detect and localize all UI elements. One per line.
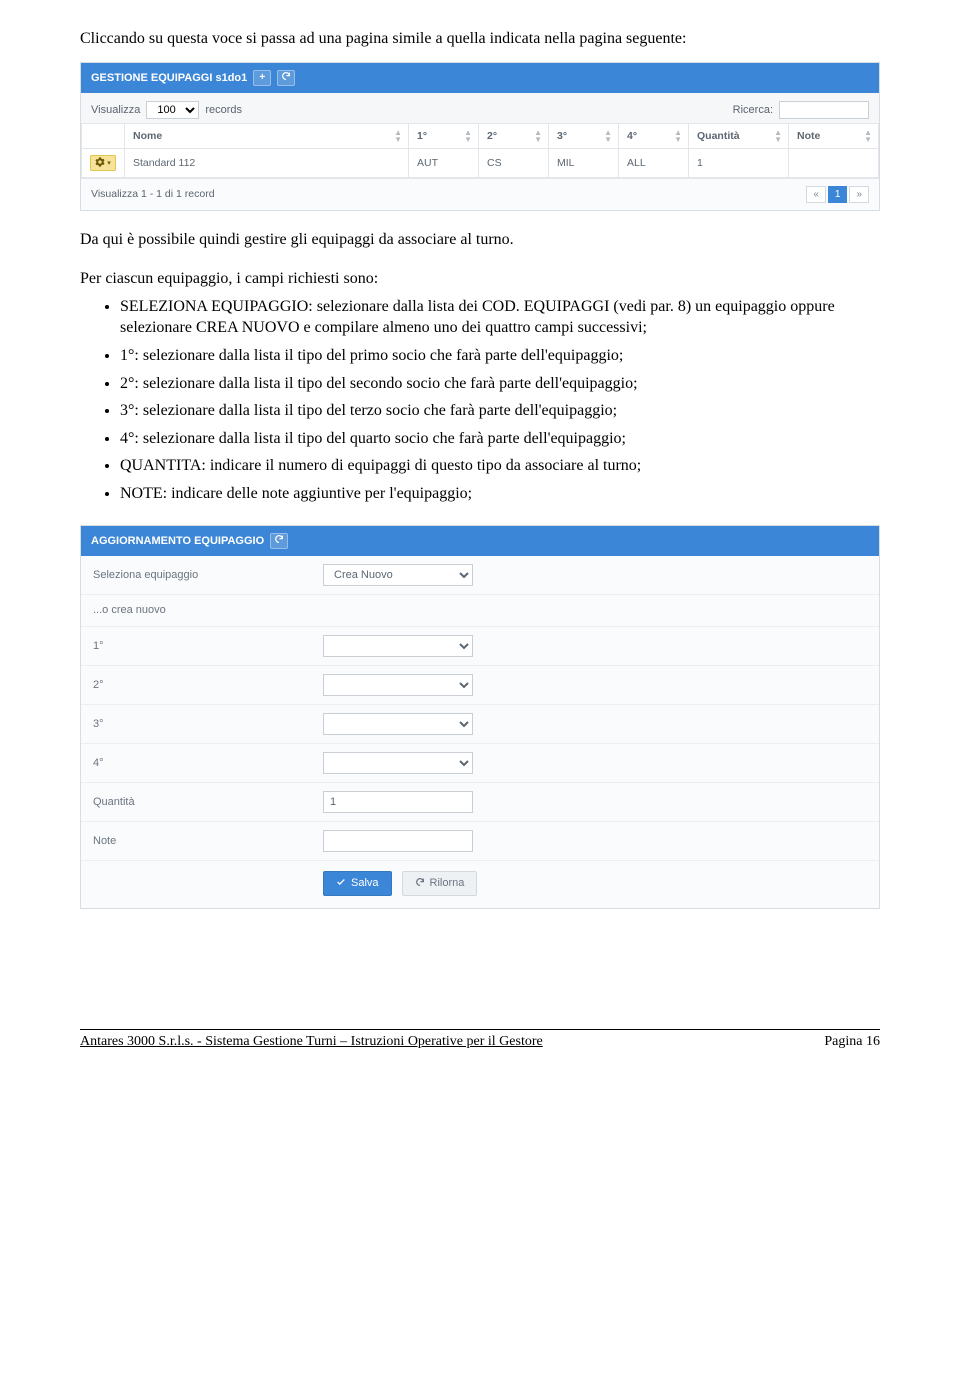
cell-2: CS: [479, 148, 549, 177]
mid-paragraph-2: Per ciascun equipaggio, i campi richiest…: [80, 268, 880, 290]
th-actions: [82, 123, 125, 148]
th-4[interactable]: 4°: [619, 123, 689, 148]
show-label-post: records: [205, 104, 242, 116]
sort-icon: [864, 129, 872, 143]
page-size-select[interactable]: 100: [146, 101, 199, 119]
table-info: Visualizza 1 - 1 di 1 record: [91, 188, 215, 200]
label-seleziona-equipaggio: Seleziona equipaggio: [93, 569, 323, 581]
th-quantita[interactable]: Quantità: [689, 123, 789, 148]
refresh-icon: [415, 877, 425, 890]
refresh-icon: [281, 71, 291, 84]
bullet-item: 1°: selezionare dalla lista il tipo del …: [120, 345, 880, 367]
sort-icon: [464, 129, 472, 143]
intro-paragraph: Cliccando su questa voce si passa ad una…: [80, 28, 880, 50]
bullet-item: SELEZIONA EQUIPAGGIO: selezionare dalla …: [120, 296, 880, 339]
select-socio-3[interactable]: [323, 713, 473, 735]
pager-prev[interactable]: «: [806, 186, 826, 203]
plus-icon: +: [259, 72, 265, 83]
save-label: Salva: [351, 877, 379, 889]
pager-page-1[interactable]: 1: [828, 186, 848, 203]
search-label: Ricerca:: [733, 104, 773, 116]
label-3: 3°: [93, 718, 323, 730]
panel2-title: AGGIORNAMENTO EQUIPAGGIO: [91, 535, 264, 547]
row-action-button[interactable]: ▾: [90, 155, 116, 171]
label-2: 2°: [93, 679, 323, 691]
cell-4: ALL: [619, 148, 689, 177]
select-equipaggio[interactable]: Crea Nuovo: [323, 564, 473, 586]
th-nome[interactable]: Nome: [125, 123, 409, 148]
select-socio-1[interactable]: [323, 635, 473, 657]
bullet-item: 4°: selezionare dalla lista il tipo del …: [120, 428, 880, 450]
input-quantita[interactable]: [323, 791, 473, 813]
bullet-item: 2°: selezionare dalla lista il tipo del …: [120, 373, 880, 395]
gear-icon: [95, 157, 105, 169]
refresh-header-button[interactable]: [277, 70, 295, 86]
th-2[interactable]: 2°: [479, 123, 549, 148]
reset-label: Rilorna: [430, 877, 465, 889]
cell-qty: 1: [689, 148, 789, 177]
pager: « 1 »: [806, 186, 869, 203]
panel1-title: GESTIONE EQUIPAGGI s1do1: [91, 72, 247, 84]
pager-next[interactable]: »: [849, 186, 869, 203]
check-icon: [336, 877, 346, 890]
label-4: 4°: [93, 757, 323, 769]
refresh-header-button[interactable]: [270, 533, 288, 549]
th-1[interactable]: 1°: [409, 123, 479, 148]
reset-button[interactable]: Rilorna: [402, 871, 478, 896]
bullet-item: QUANTITA: indicare il numero di equipagg…: [120, 455, 880, 477]
input-note[interactable]: [323, 830, 473, 852]
panel1-header: GESTIONE EQUIPAGGI s1do1 +: [81, 63, 879, 93]
label-note: Note: [93, 835, 323, 847]
save-button[interactable]: Salva: [323, 871, 392, 896]
cell-3: MIL: [549, 148, 619, 177]
add-button[interactable]: +: [253, 70, 271, 86]
panel-gestione-equipaggi: GESTIONE EQUIPAGGI s1do1 + Visualizza 10…: [80, 62, 880, 211]
sort-icon: [774, 129, 782, 143]
select-socio-2[interactable]: [323, 674, 473, 696]
show-label-pre: Visualizza: [91, 104, 140, 116]
footer-left: Antares 3000 S.r.l.s. - Sistema Gestione…: [80, 1034, 543, 1050]
th-3[interactable]: 3°: [549, 123, 619, 148]
equipaggi-table: Nome 1° 2° 3° 4° Quantità Note: [81, 123, 879, 178]
bullet-item: NOTE: indicare delle note aggiuntive per…: [120, 483, 880, 505]
sort-icon: [604, 129, 612, 143]
label-quantita: Quantità: [93, 796, 323, 808]
bullet-item: 3°: selezionare dalla lista il tipo del …: [120, 400, 880, 422]
label-1: 1°: [93, 640, 323, 652]
bullet-list: SELEZIONA EQUIPAGGIO: selezionare dalla …: [80, 296, 880, 505]
refresh-icon: [274, 534, 284, 547]
table-row: ▾ Standard 112 AUT CS MIL ALL 1: [82, 148, 879, 177]
chevron-down-icon: ▾: [107, 159, 111, 167]
cell-1: AUT: [409, 148, 479, 177]
cell-nome: Standard 112: [125, 148, 409, 177]
cell-note: [789, 148, 879, 177]
sort-icon: [534, 129, 542, 143]
mid-paragraph-1: Da qui è possibile quindi gestire gli eq…: [80, 229, 880, 251]
select-socio-4[interactable]: [323, 752, 473, 774]
panel2-header: AGGIORNAMENTO EQUIPAGGIO: [81, 526, 879, 556]
th-note[interactable]: Note: [789, 123, 879, 148]
sort-icon: [674, 129, 682, 143]
label-crea-nuovo: ...o crea nuovo: [93, 604, 323, 616]
sort-icon: [394, 129, 402, 143]
footer-page-number: Pagina 16: [824, 1034, 880, 1050]
panel-aggiornamento-equipaggio: AGGIORNAMENTO EQUIPAGGIO Seleziona equip…: [80, 525, 880, 909]
search-input[interactable]: [779, 101, 869, 119]
